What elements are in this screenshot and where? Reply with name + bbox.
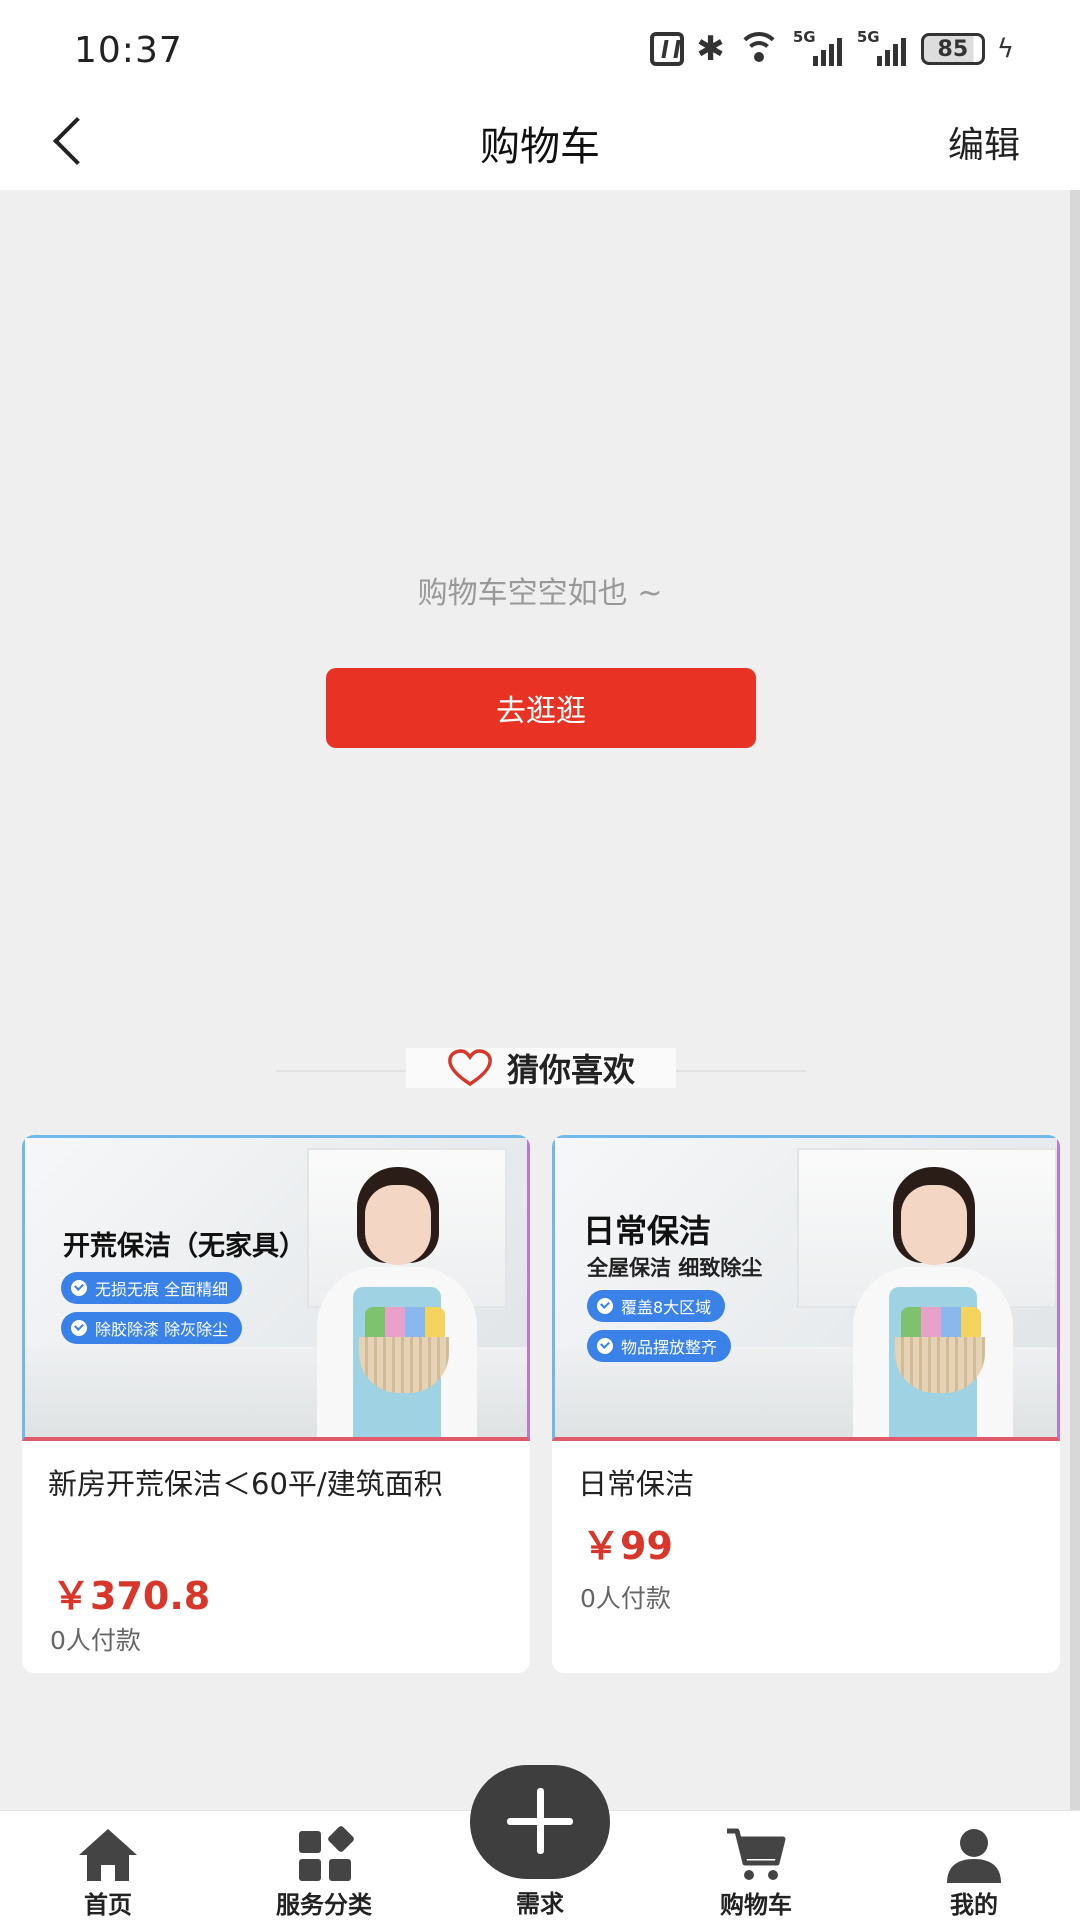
wifi-icon — [736, 32, 781, 66]
tab-label: 服务分类 — [276, 1891, 372, 1919]
status-time: 10:37 — [74, 30, 183, 71]
banner-tag-text: 物品摆放整齐 — [621, 1338, 718, 1357]
recommend-heading: 猜你喜欢 — [0, 1048, 1080, 1092]
tab-home[interactable]: 首页 — [28, 1811, 188, 1920]
category-icon — [299, 1826, 354, 1881]
empty-cart-message: 购物车空空如也 ~ — [417, 576, 663, 611]
product-sales: 0人付款 — [580, 1584, 671, 1613]
banner-tag: 无损无痕 全面精细 — [61, 1272, 243, 1304]
signal-icon-2: 5G — [857, 28, 909, 66]
bluetooth-icon: ✱ — [696, 29, 725, 69]
banner-tag-text: 除胶除漆 除灰除尘 — [95, 1320, 229, 1339]
product-name: 日常保洁 — [578, 1467, 695, 1501]
banner-tag-text: 覆盖8大区域 — [621, 1298, 712, 1317]
banner-tag-text: 无损无痕 全面精细 — [95, 1280, 229, 1299]
banner-tag: 除胶除漆 除灰除尘 — [61, 1312, 243, 1344]
cleaner-illustration — [297, 1167, 497, 1437]
check-icon — [597, 1298, 613, 1314]
banner-title: 开荒保洁（无家具） — [63, 1231, 306, 1262]
nav-header: 购物车 编辑 — [0, 96, 1080, 190]
product-name: 新房开荒保洁＜60平/建筑面积 — [48, 1467, 443, 1501]
status-icons: ✱ 5G 5G 85 ϟ — [650, 28, 1014, 69]
recommend-title: 猜你喜欢 — [506, 1051, 635, 1089]
tab-label: 首页 — [84, 1891, 132, 1919]
check-icon — [597, 1338, 613, 1354]
cart-icon — [727, 1828, 786, 1880]
battery-icon: 85 — [920, 33, 985, 65]
signal-icon: 5G — [793, 28, 845, 66]
product-price: ￥370.8 — [52, 1574, 211, 1618]
battery-level: 85 — [937, 36, 969, 62]
recommend-label: 猜你喜欢 — [406, 1048, 676, 1089]
banner-tag: 覆盖8大区域 — [587, 1290, 726, 1322]
check-icon — [71, 1280, 87, 1296]
tab-label: 购物车 — [720, 1891, 792, 1919]
product-price: ￥99 — [582, 1524, 673, 1568]
check-icon — [71, 1320, 87, 1336]
tab-label[interactable]: 需求 — [470, 1884, 610, 1919]
cleaner-illustration — [833, 1167, 1033, 1437]
signal-label: 5G — [792, 28, 816, 46]
page-title: 购物车 — [480, 124, 600, 170]
tab-cart[interactable]: 购物车 — [676, 1811, 836, 1920]
tab-mine[interactable]: 我的 — [894, 1811, 1054, 1920]
charging-icon: ϟ — [996, 34, 1014, 64]
divider-left — [276, 1070, 406, 1072]
edit-button[interactable]: 编辑 — [948, 116, 1020, 168]
status-bar: 10:37 ✱ 5G 5G 85 ϟ — [0, 0, 1080, 96]
product-banner: 日常保洁 全屋保洁 细致除尘 覆盖8大区域 物品摆放整齐 — [552, 1135, 1060, 1441]
signal-label-2: 5G — [856, 28, 880, 46]
nfc-icon — [650, 32, 685, 66]
product-card[interactable]: 开荒保洁（无家具） 无损无痕 全面精细 除胶除漆 除灰除尘 新房开荒保洁＜60平… — [22, 1135, 530, 1673]
heart-icon — [448, 1049, 492, 1087]
banner-subtitle: 全屋保洁 细致除尘 — [587, 1256, 763, 1280]
tab-label: 我的 — [950, 1891, 998, 1919]
user-icon — [947, 1829, 1001, 1883]
divider-right — [676, 1070, 806, 1072]
product-banner: 开荒保洁（无家具） 无损无痕 全面精细 除胶除漆 除灰除尘 — [22, 1135, 530, 1441]
banner-tag: 物品摆放整齐 — [587, 1330, 732, 1362]
product-sales: 0人付款 — [50, 1626, 141, 1655]
go-shopping-button[interactable]: 去逛逛 — [326, 668, 756, 748]
tab-category[interactable]: 服务分类 — [244, 1811, 404, 1920]
banner-title: 日常保洁 — [583, 1212, 712, 1250]
product-card[interactable]: 日常保洁 全屋保洁 细致除尘 覆盖8大区域 物品摆放整齐 日常保洁 ￥99 0人… — [552, 1135, 1060, 1673]
post-demand-button[interactable] — [470, 1765, 610, 1879]
home-icon — [79, 1829, 137, 1881]
scrollbar[interactable] — [1070, 190, 1080, 1810]
